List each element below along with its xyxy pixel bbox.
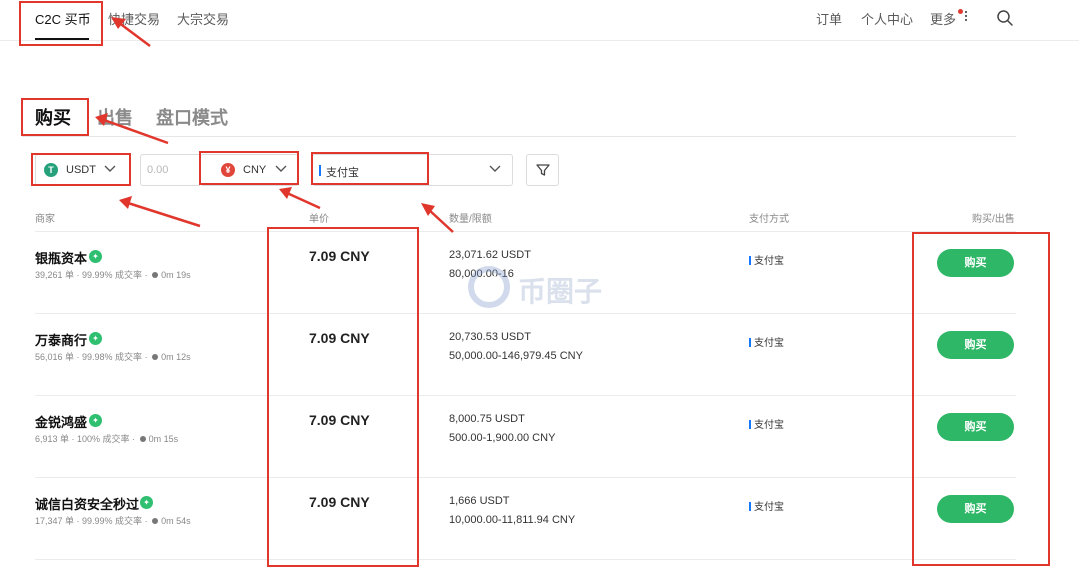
merchant-stats: 6,913 单 · 100% 成交率 · 0m 15s xyxy=(35,434,179,444)
watermark-text: 币圈子 xyxy=(518,276,603,307)
payment-method: 支付宝 xyxy=(749,498,784,513)
merchant-stats: 17,347 单 · 99.99% 成交率 · 0m 54s xyxy=(35,516,191,526)
chevron-down-icon xyxy=(275,165,287,172)
tab-sell[interactable]: 出售 xyxy=(97,104,133,130)
verified-badge-icon xyxy=(89,250,102,263)
usdt-coin-icon: T xyxy=(44,163,58,177)
funnel-icon xyxy=(536,164,550,176)
tab-buy[interactable]: 购买 xyxy=(35,104,71,130)
header-divider xyxy=(35,231,1016,232)
clock-icon xyxy=(152,354,159,360)
header-merchant: 商家 xyxy=(35,214,55,225)
header-action: 购买/出售 xyxy=(972,214,1015,225)
top-navigation: C2C 买币 快捷交易 大宗交易 订单 个人中心 更多 xyxy=(0,0,1079,41)
merchant-name[interactable]: 金锐鸿盛 xyxy=(35,412,87,431)
merchant-name[interactable]: 银瓶资本 xyxy=(35,248,87,267)
merchant-name[interactable]: 万泰商行 xyxy=(35,330,87,349)
verified-badge-icon xyxy=(89,414,102,427)
header-payment: 支付方式 xyxy=(749,214,789,225)
tab-block-trade[interactable]: 大宗交易 xyxy=(177,9,229,28)
available-quantity: 1,666 USDT xyxy=(449,495,510,507)
more-menu[interactable]: 更多 xyxy=(930,9,956,28)
buy-button[interactable]: 购买 xyxy=(937,413,1014,441)
verified-badge-icon xyxy=(140,496,153,509)
annotation-box xyxy=(267,227,419,567)
profile-link[interactable]: 个人中心 xyxy=(861,9,913,28)
payment-method-select[interactable]: 支付宝 xyxy=(312,154,513,186)
active-tab-underline xyxy=(35,38,89,40)
merchant-name[interactable]: 诚信白资安全秒过 xyxy=(35,494,139,513)
row-divider xyxy=(35,477,1016,478)
payment-method: 支付宝 xyxy=(749,416,784,431)
available-quantity: 23,071.62 USDT xyxy=(449,249,531,261)
clock-icon xyxy=(152,518,159,524)
buy-button[interactable]: 购买 xyxy=(937,249,1014,277)
search-icon[interactable] xyxy=(996,9,1014,27)
unit-price: 7.09 CNY xyxy=(309,494,370,510)
orders-link[interactable]: 订单 xyxy=(816,9,842,28)
alipay-icon xyxy=(319,165,321,176)
order-limit: 50,000.00-146,979.45 CNY xyxy=(449,350,583,362)
merchant-stats: 56,016 单 · 99.98% 成交率 · 0m 12s xyxy=(35,352,191,362)
unit-price: 7.09 CNY xyxy=(309,248,370,264)
buy-button[interactable]: 购买 xyxy=(937,495,1014,523)
buy-button[interactable]: 购买 xyxy=(937,331,1014,359)
fiat-select[interactable]: ¥ CNY xyxy=(200,154,299,186)
watermark-logo-icon xyxy=(468,266,510,308)
coin-select[interactable]: T USDT xyxy=(35,154,131,186)
coin-select-value: USDT xyxy=(66,164,96,176)
row-divider xyxy=(35,313,1016,314)
tab-c2c-buy[interactable]: C2C 买币 xyxy=(35,9,91,28)
available-quantity: 8,000.75 USDT xyxy=(449,413,525,425)
order-limit: 500.00-1,900.00 CNY xyxy=(449,432,556,444)
cny-currency-icon: ¥ xyxy=(221,163,235,177)
chevron-down-icon xyxy=(104,165,116,172)
verified-badge-icon xyxy=(89,332,102,345)
payment-method: 支付宝 xyxy=(749,252,784,267)
unit-price: 7.09 CNY xyxy=(309,412,370,428)
tab-divider xyxy=(22,136,1016,137)
tab-orderbook-mode[interactable]: 盘口模式 xyxy=(156,104,228,130)
chevron-down-icon xyxy=(489,165,501,172)
available-quantity: 20,730.53 USDT xyxy=(449,331,531,343)
notification-dot xyxy=(958,9,963,14)
row-divider xyxy=(35,395,1016,396)
header-quantity: 数量/限额 xyxy=(449,214,492,225)
payment-method: 支付宝 xyxy=(749,334,784,349)
tab-quick-trade[interactable]: 快捷交易 xyxy=(108,9,160,28)
row-divider xyxy=(35,559,1016,560)
fiat-select-value: CNY xyxy=(243,164,267,176)
unit-price: 7.09 CNY xyxy=(309,330,370,346)
amount-input[interactable] xyxy=(140,154,200,186)
filter-button[interactable] xyxy=(526,154,559,186)
clock-icon xyxy=(139,436,146,442)
header-price: 单价 xyxy=(309,214,329,225)
clock-icon xyxy=(152,272,159,278)
payment-select-value: 支付宝 xyxy=(326,167,359,179)
merchant-stats: 39,261 单 · 99.99% 成交率 · 0m 19s xyxy=(35,270,191,280)
order-limit: 10,000.00-11,811.94 CNY xyxy=(449,514,576,526)
kebab-menu-icon[interactable] xyxy=(964,11,968,25)
